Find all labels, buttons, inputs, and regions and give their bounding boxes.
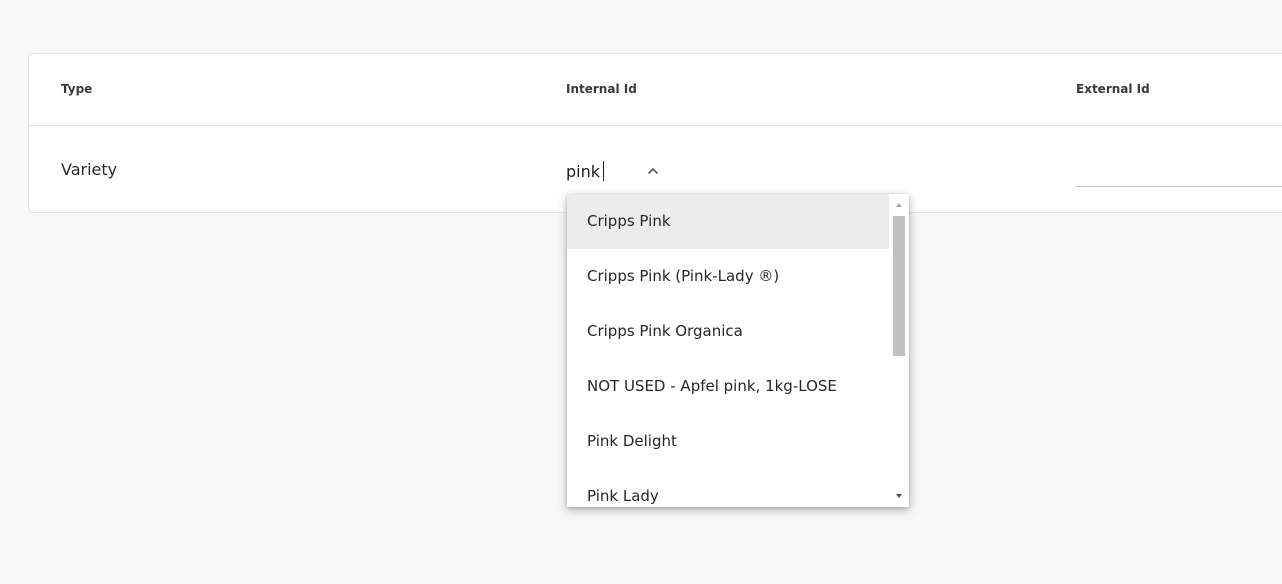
scrollbar-thumb[interactable] bbox=[893, 216, 905, 356]
column-header-type: Type bbox=[61, 82, 93, 96]
internal-id-autocomplete-input[interactable]: pink bbox=[566, 160, 686, 186]
scroll-down-arrow-icon[interactable] bbox=[889, 489, 909, 503]
table-header-row: Type Internal Id External Id bbox=[29, 54, 1282, 126]
dropdown-option[interactable]: Pink Delight bbox=[567, 414, 889, 469]
column-header-internal-id: Internal Id bbox=[566, 82, 637, 96]
column-header-external-id: External Id bbox=[1076, 82, 1150, 96]
autocomplete-dropdown: Cripps Pink Cripps Pink (Pink-Lady ®) Cr… bbox=[567, 194, 909, 507]
mapping-table-card: Type Internal Id External Id Variety pin… bbox=[28, 53, 1282, 213]
type-cell: Variety bbox=[61, 160, 118, 179]
external-id-input[interactable] bbox=[1076, 186, 1282, 187]
internal-id-input-value[interactable]: pink bbox=[566, 162, 600, 181]
dropdown-option[interactable]: Cripps Pink Organica bbox=[567, 304, 889, 359]
chevron-up-icon[interactable] bbox=[646, 164, 660, 178]
dropdown-option[interactable]: Cripps Pink (Pink-Lady ®) bbox=[567, 249, 889, 304]
dropdown-scrollbar[interactable] bbox=[889, 194, 909, 507]
text-cursor bbox=[603, 161, 604, 181]
dropdown-option[interactable]: Pink Lady bbox=[567, 469, 889, 507]
dropdown-option[interactable]: Cripps Pink bbox=[567, 194, 889, 249]
dropdown-option[interactable]: NOT USED - Apfel pink, 1kg-LOSE bbox=[567, 359, 889, 414]
scroll-up-arrow-icon[interactable] bbox=[889, 198, 909, 212]
